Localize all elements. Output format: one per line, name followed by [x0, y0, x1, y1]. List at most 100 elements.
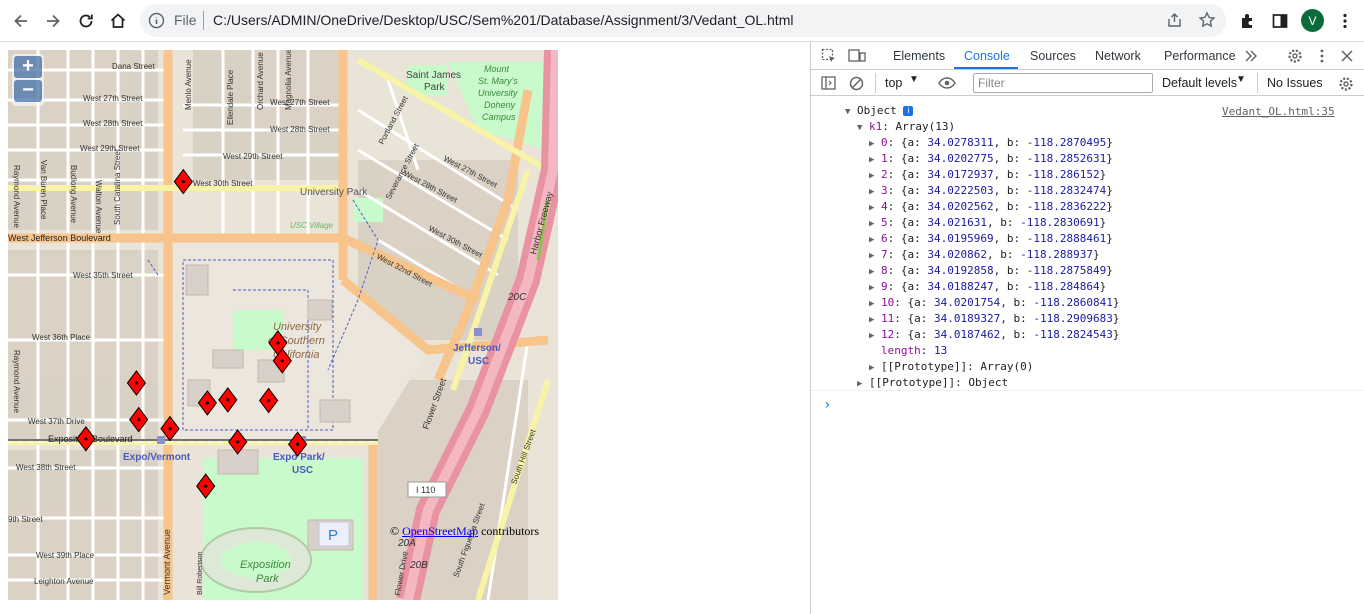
array-entry[interactable]: ▶ 7: {a: 34.020862, b: -118.288937} [869, 247, 1100, 263]
address-bar[interactable]: File C:/Users/ADMIN/OneDrive/Desktop/USC… [140, 4, 1226, 37]
map-label-w29a: West 29th Street [80, 144, 140, 153]
marker-dot [280, 359, 284, 363]
collapse-triangle-icon[interactable]: ▶ [869, 200, 881, 216]
tab-network[interactable]: Network [1095, 49, 1141, 63]
array-entry[interactable]: ▶ 12: {a: 34.0187462, b: -118.2824543} [869, 327, 1119, 343]
entry-index: 0 [881, 136, 888, 149]
entry-a: 34.0192858 [927, 264, 994, 277]
log-levels-dropdown[interactable]: Default levels [1162, 76, 1237, 90]
array-entry[interactable]: ▶ 6: {a: 34.0195969, b: -118.2888461} [869, 231, 1113, 247]
marker-dot [296, 442, 300, 446]
levels-dropdown-icon[interactable]: ▼ [1236, 74, 1246, 85]
array-entry[interactable]: ▶ 8: {a: 34.0192858, b: -118.2875849} [869, 263, 1113, 279]
toolbar-divider [875, 73, 876, 93]
zoom-in-button[interactable]: + [14, 56, 42, 78]
entry-a: 34.020862 [927, 248, 987, 261]
info-badge-icon[interactable]: i [903, 106, 914, 116]
share-icon[interactable] [1166, 12, 1183, 29]
context-dropdown-icon[interactable]: ▼ [909, 74, 919, 85]
map-label-vermont: Vermont Avenue [162, 529, 172, 595]
console-settings-gear-icon[interactable] [1337, 75, 1355, 93]
tab-sources[interactable]: Sources [1030, 49, 1076, 63]
collapse-triangle-icon[interactable]: ▶ [869, 312, 881, 328]
map-label-w28a: West 28th Street [83, 119, 143, 128]
array-entry[interactable]: ▶ 1: {a: 34.0202775, b: -118.2852631} [869, 151, 1113, 167]
expand-triangle-icon[interactable]: ▼ [845, 104, 857, 120]
url-text[interactable]: C:/Users/ADMIN/OneDrive/Desktop/USC/Sem%… [213, 12, 793, 28]
extensions-button[interactable] [1236, 9, 1260, 33]
map-label-budlong: Budlong Avenue [69, 165, 78, 224]
array-row[interactable]: ▼ k1: Array(13) [857, 119, 955, 135]
side-panel-button[interactable] [1268, 9, 1292, 33]
tab-console[interactable]: Console [964, 49, 1010, 63]
devtools-menu-icon[interactable] [1314, 47, 1330, 65]
map-label-walton: Walton Avenue [94, 180, 103, 234]
sidebar-toggle-icon[interactable] [820, 75, 836, 91]
more-tabs-icon[interactable] [1243, 48, 1259, 64]
forward-button[interactable] [40, 8, 66, 34]
array-entry[interactable]: ▶ 3: {a: 34.0222503, b: -118.2832474} [869, 183, 1113, 199]
kebab-menu-icon [1343, 13, 1347, 29]
openstreetmap-link[interactable]: OpenStreetMap [402, 524, 478, 538]
bookmark-star-icon[interactable] [1198, 11, 1216, 29]
home-button[interactable] [105, 8, 131, 34]
marker-dot [236, 440, 240, 444]
issues-counter[interactable]: No Issues [1267, 76, 1323, 90]
entry-index: 10 [881, 296, 895, 309]
proto-key-2: [[Prototype]] [869, 376, 956, 389]
expand-triangle-icon[interactable]: ▼ [857, 120, 869, 136]
reload-button[interactable] [73, 8, 99, 34]
source-link[interactable]: Vedant_OL.html:35 [1222, 105, 1335, 118]
inspect-element-icon[interactable] [820, 47, 838, 65]
array-entry[interactable]: ▶ 9: {a: 34.0188247, b: -118.284864} [869, 279, 1106, 295]
collapse-triangle-icon[interactable]: ▶ [869, 296, 881, 312]
context-selector[interactable]: top [885, 76, 902, 90]
collapse-triangle-icon[interactable]: ▶ [869, 152, 881, 168]
console-filter-input[interactable]: Filter [973, 73, 1153, 93]
browser-menu-button[interactable] [1333, 9, 1357, 33]
array-prototype-row[interactable]: ▶ [[Prototype]]: Array(0) [869, 359, 1033, 375]
device-toolbar-icon[interactable] [847, 47, 867, 65]
collapse-triangle-icon[interactable]: ▶ [869, 184, 881, 200]
entry-b: -118.2830691 [1020, 216, 1100, 229]
tab-performance[interactable]: Performance [1164, 49, 1236, 63]
entry-index: 3 [881, 184, 888, 197]
entry-index: 12 [881, 328, 895, 341]
settings-gear-icon[interactable] [1286, 47, 1304, 65]
object-row[interactable]: ▼ Object i [845, 103, 914, 120]
collapse-triangle-icon[interactable]: ▶ [869, 216, 881, 232]
map-label-vanburen: Van Buren Place [39, 160, 48, 220]
collapse-triangle-icon[interactable]: ▶ [869, 360, 881, 376]
clear-console-icon[interactable] [848, 75, 864, 91]
close-devtools-icon[interactable] [1339, 48, 1355, 64]
live-expression-eye-icon[interactable] [937, 74, 957, 92]
entry-a: 34.021631 [927, 216, 987, 229]
array-entry[interactable]: ▶ 0: {a: 34.0278311, b: -118.2870495} [869, 135, 1113, 151]
collapse-triangle-icon[interactable]: ▶ [869, 232, 881, 248]
array-entry[interactable]: ▶ 4: {a: 34.0202562, b: -118.2836222} [869, 199, 1113, 215]
profile-avatar[interactable]: V [1301, 9, 1324, 32]
openlayers-map[interactable]: Dana Street West 27th Street West 28th S… [8, 50, 558, 600]
collapse-triangle-icon[interactable]: ▶ [869, 136, 881, 152]
tab-elements[interactable]: Elements [893, 49, 945, 63]
collapse-triangle-icon[interactable]: ▶ [869, 280, 881, 296]
map-label-leighton: Leighton Avenue [34, 577, 94, 586]
array-entry[interactable]: ▶ 2: {a: 34.0172937, b: -118.286152} [869, 167, 1106, 183]
collapse-triangle-icon[interactable]: ▶ [869, 168, 881, 184]
info-icon[interactable] [148, 12, 165, 29]
entry-b: -118.2870495 [1026, 136, 1107, 149]
collapse-triangle-icon[interactable]: ▶ [869, 264, 881, 280]
map-label-expo-park2: Park [256, 573, 279, 585]
collapse-triangle-icon[interactable]: ▶ [869, 328, 881, 344]
array-entry[interactable]: ▶ 5: {a: 34.021631, b: -118.2830691} [869, 215, 1106, 231]
entry-b: -118.288937 [1020, 248, 1093, 261]
back-button[interactable] [8, 8, 34, 34]
entry-index: 6 [881, 232, 888, 245]
entry-a: 34.0201754 [934, 296, 1001, 309]
array-entry[interactable]: ▶ 10: {a: 34.0201754, b: -118.2860841} [869, 295, 1119, 311]
console-prompt[interactable]: › [823, 397, 831, 413]
array-entry[interactable]: ▶ 11: {a: 34.0189327, b: -118.2909683} [869, 311, 1119, 327]
zoom-out-button[interactable]: − [14, 80, 42, 102]
collapse-triangle-icon[interactable]: ▶ [869, 248, 881, 264]
object-prototype-row[interactable]: ▶ [[Prototype]]: Object [857, 375, 1008, 391]
